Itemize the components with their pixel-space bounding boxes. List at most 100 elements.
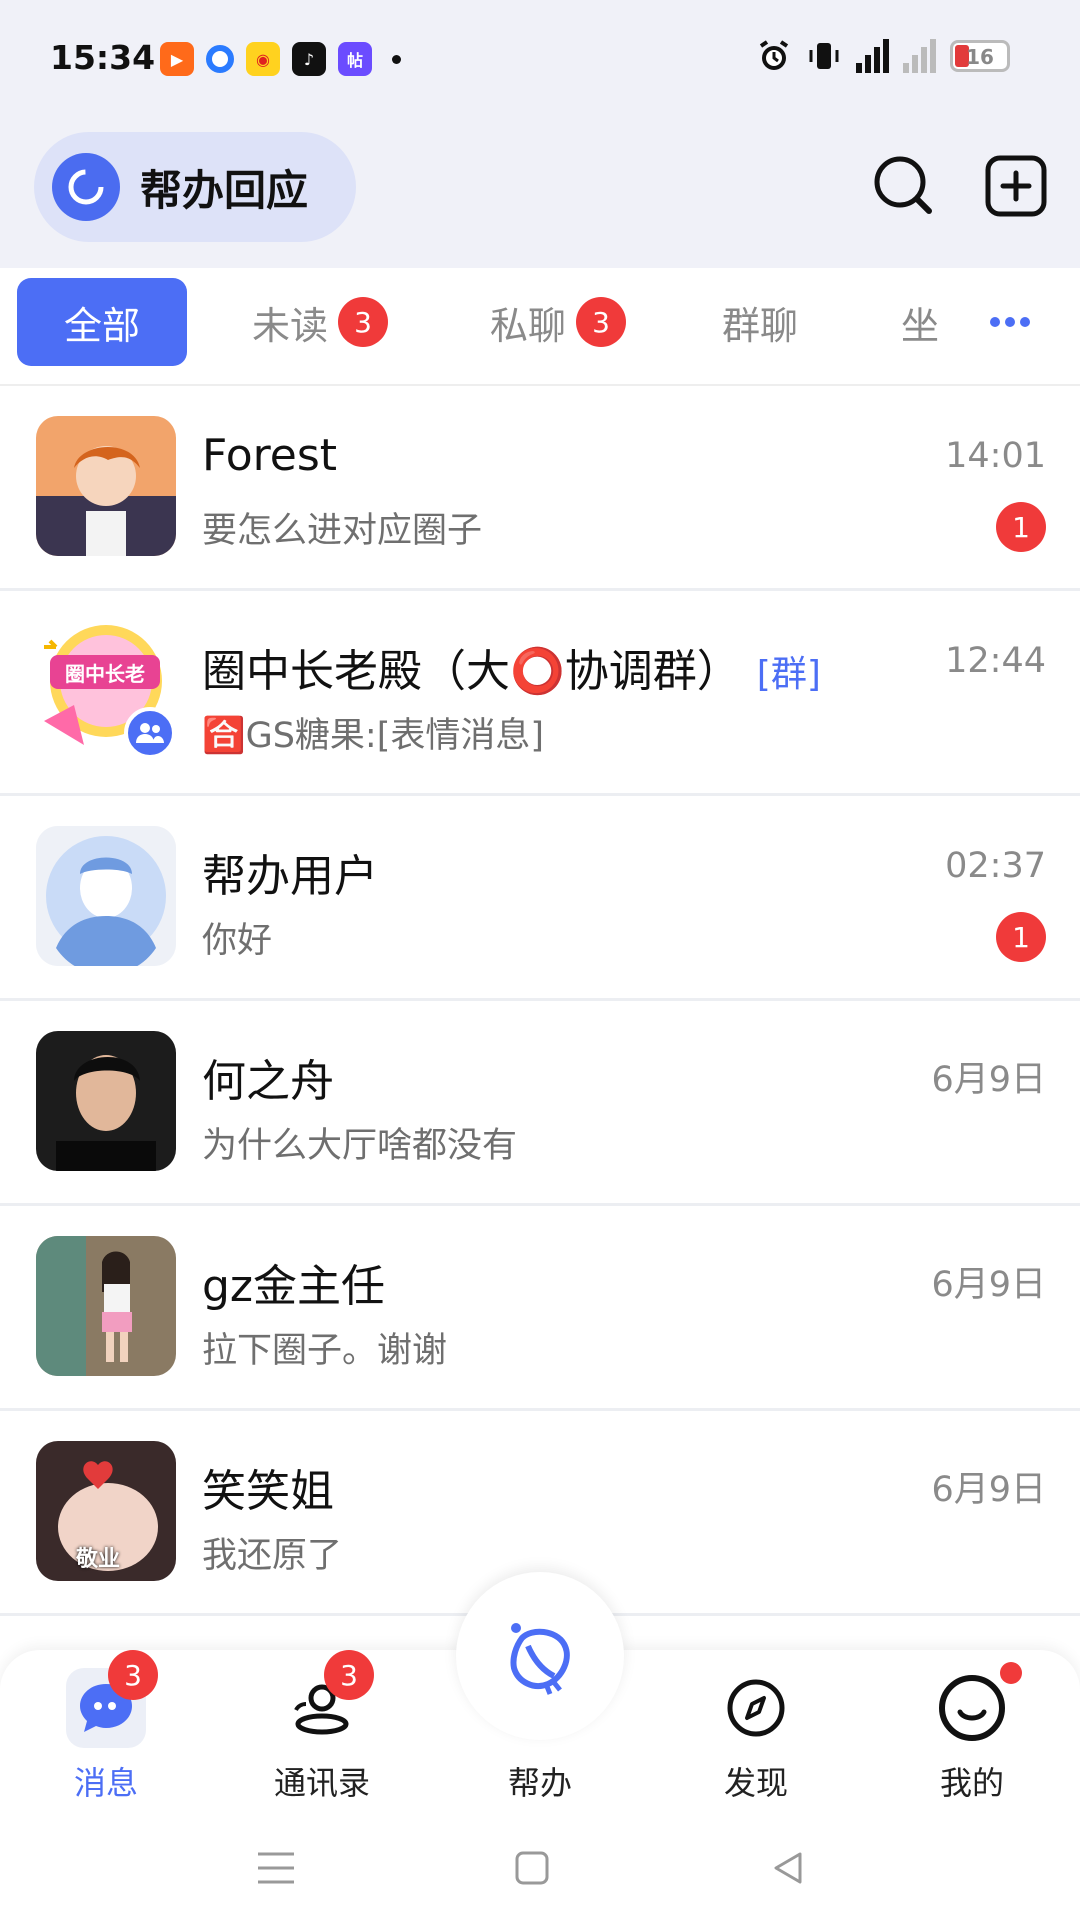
- back-triangle-icon: [774, 1852, 802, 1884]
- status-pill[interactable]: 帮办回应: [34, 132, 356, 242]
- tab-private[interactable]: 私聊 3: [478, 278, 638, 366]
- top-area: 15:34 ▶ ◉ ♪ 帖 16 帮办回应: [0, 0, 1080, 268]
- avatar: 敬业: [36, 1441, 176, 1581]
- smile-icon: [932, 1668, 1012, 1748]
- contact-name: 帮办用户: [202, 851, 378, 902]
- nav-label: 通讯录: [273, 1764, 370, 1802]
- contact-name: 何之舟: [202, 1056, 334, 1107]
- contact-name: 笑笑姐: [202, 1466, 334, 1517]
- avatar: [36, 1031, 176, 1171]
- add-button[interactable]: [980, 150, 1052, 222]
- tab-label: 坐: [900, 303, 939, 348]
- search-button[interactable]: [868, 150, 940, 222]
- vibrate-icon: [809, 43, 839, 69]
- tieba-icon: 帖: [338, 42, 372, 76]
- home-square-icon: [515, 1851, 549, 1885]
- tab-partial[interactable]: 坐: [880, 278, 960, 366]
- nav-label: 消息: [73, 1764, 138, 1802]
- signal-icon: [903, 39, 936, 73]
- compass-icon: [716, 1668, 796, 1748]
- conversation-row[interactable]: 帮办用户 你好 02:37 1: [0, 796, 1080, 1001]
- filter-tabs: 全部 未读 3 私聊 3 群聊 坐: [0, 268, 1080, 386]
- search-icon: [874, 156, 932, 214]
- nav-profile[interactable]: 我的: [892, 1650, 1052, 1815]
- group-avatar-label: 圈中长老: [50, 655, 160, 689]
- weibo-icon: ◉: [246, 42, 280, 76]
- unread-badge: 3: [338, 297, 388, 347]
- message-time: 12:44: [945, 641, 1046, 681]
- avatar: [36, 416, 176, 556]
- contact-name: gz金主任: [202, 1261, 386, 1312]
- group-avatar: 圈中长老: [36, 621, 176, 761]
- bangban-logo-icon: [510, 1623, 570, 1695]
- conversation-row[interactable]: gz金主任 拉下圈子。谢谢 6月9日: [0, 1206, 1080, 1411]
- message-time: 02:37: [945, 846, 1046, 886]
- nav-contacts[interactable]: 3 通讯录: [242, 1650, 402, 1815]
- tab-label: 未读: [251, 303, 328, 348]
- conversation-row[interactable]: 何之舟 为什么大厅啥都没有 6月9日: [0, 1001, 1080, 1206]
- nav-label: 我的: [939, 1764, 1004, 1802]
- home-button[interactable]: [502, 1841, 562, 1895]
- message-time: 14:01: [945, 436, 1046, 476]
- nav-label: 帮办: [507, 1764, 572, 1802]
- alarm-icon: [759, 40, 789, 70]
- last-message: 你好: [202, 921, 273, 961]
- last-message: 拉下圈子。谢谢: [202, 1331, 448, 1371]
- tab-label: 私聊: [489, 303, 566, 348]
- bangban-center-button[interactable]: [456, 1572, 624, 1740]
- group-icon: [124, 707, 176, 759]
- loading-ring-icon: [52, 153, 120, 221]
- message-time: 6月9日: [931, 1470, 1046, 1510]
- tab-label: 全部: [63, 303, 140, 348]
- contact-name: Forest: [202, 430, 338, 481]
- signal-5g-icon: [856, 39, 889, 73]
- back-button[interactable]: [758, 1841, 818, 1895]
- conversation-list: Forest 要怎么进对应圈子 14:01 1 圈中长老 圈中长老殿（大⭕协调群…: [0, 386, 1080, 1616]
- status-bar: 15:34 ▶ ◉ ♪ 帖 16: [0, 0, 1080, 120]
- nav-messages[interactable]: 3 消息: [26, 1650, 186, 1815]
- more-notifications-icon: [392, 54, 401, 64]
- profile-dot-badge: [1000, 1662, 1022, 1684]
- nav-label: 发现: [723, 1764, 788, 1802]
- kuaishou-icon: ▶: [160, 42, 194, 76]
- menu-button[interactable]: [246, 1841, 306, 1895]
- last-message: 🈴GS糖果:[表情消息]: [202, 716, 545, 756]
- notification-app-icons: ▶ ◉ ♪ 帖: [160, 42, 401, 76]
- system-icons: 16: [756, 38, 1010, 74]
- tab-all[interactable]: 全部: [17, 278, 187, 366]
- unread-badge: 3: [576, 297, 626, 347]
- tab-label: 群聊: [721, 303, 798, 348]
- douyin-icon: ♪: [292, 42, 326, 76]
- more-tabs-button[interactable]: [975, 278, 1045, 366]
- contacts-badge: 3: [324, 1650, 374, 1700]
- status-time: 15:34: [50, 38, 156, 77]
- conversation-row[interactable]: Forest 要怎么进对应圈子 14:01 1: [0, 386, 1080, 591]
- battery-icon: 16: [950, 40, 1010, 72]
- tab-unread[interactable]: 未读 3: [240, 278, 400, 366]
- group-name: 圈中长老殿（大⭕协调群） [群]: [202, 635, 821, 699]
- conversation-row[interactable]: 圈中长老 圈中长老殿（大⭕协调群） [群] 🈴GS糖果:[表情消息] 12:44: [0, 591, 1080, 796]
- system-navigation-bar: [0, 1815, 1080, 1920]
- default-avatar: [36, 826, 176, 966]
- header: 帮办回应: [0, 130, 1080, 242]
- unread-count-badge: 1: [996, 502, 1046, 552]
- messages-badge: 3: [108, 1650, 158, 1700]
- browser-icon: [206, 45, 234, 73]
- group-name-text: 圈中长老殿（大⭕协调群）: [202, 646, 741, 697]
- last-message: 为什么大厅啥都没有: [202, 1126, 518, 1166]
- add-icon: [985, 155, 1047, 217]
- unread-count-badge: 1: [996, 912, 1046, 962]
- more-dots-icon: [990, 317, 1030, 327]
- nav-discover[interactable]: 发现: [676, 1650, 836, 1815]
- battery-level: 16: [966, 45, 994, 69]
- group-tag: [群]: [756, 654, 821, 695]
- avatar-caption: 敬业: [76, 1547, 121, 1572]
- last-message: 要怎么进对应圈子: [202, 511, 483, 551]
- page-title: 帮办回应: [140, 165, 309, 215]
- menu-icon: [258, 1852, 294, 1884]
- message-time: 6月9日: [931, 1265, 1046, 1305]
- avatar: [36, 1236, 176, 1376]
- last-message: 我还原了: [202, 1536, 343, 1576]
- message-time: 6月9日: [931, 1060, 1046, 1100]
- tab-group[interactable]: 群聊: [710, 278, 810, 366]
